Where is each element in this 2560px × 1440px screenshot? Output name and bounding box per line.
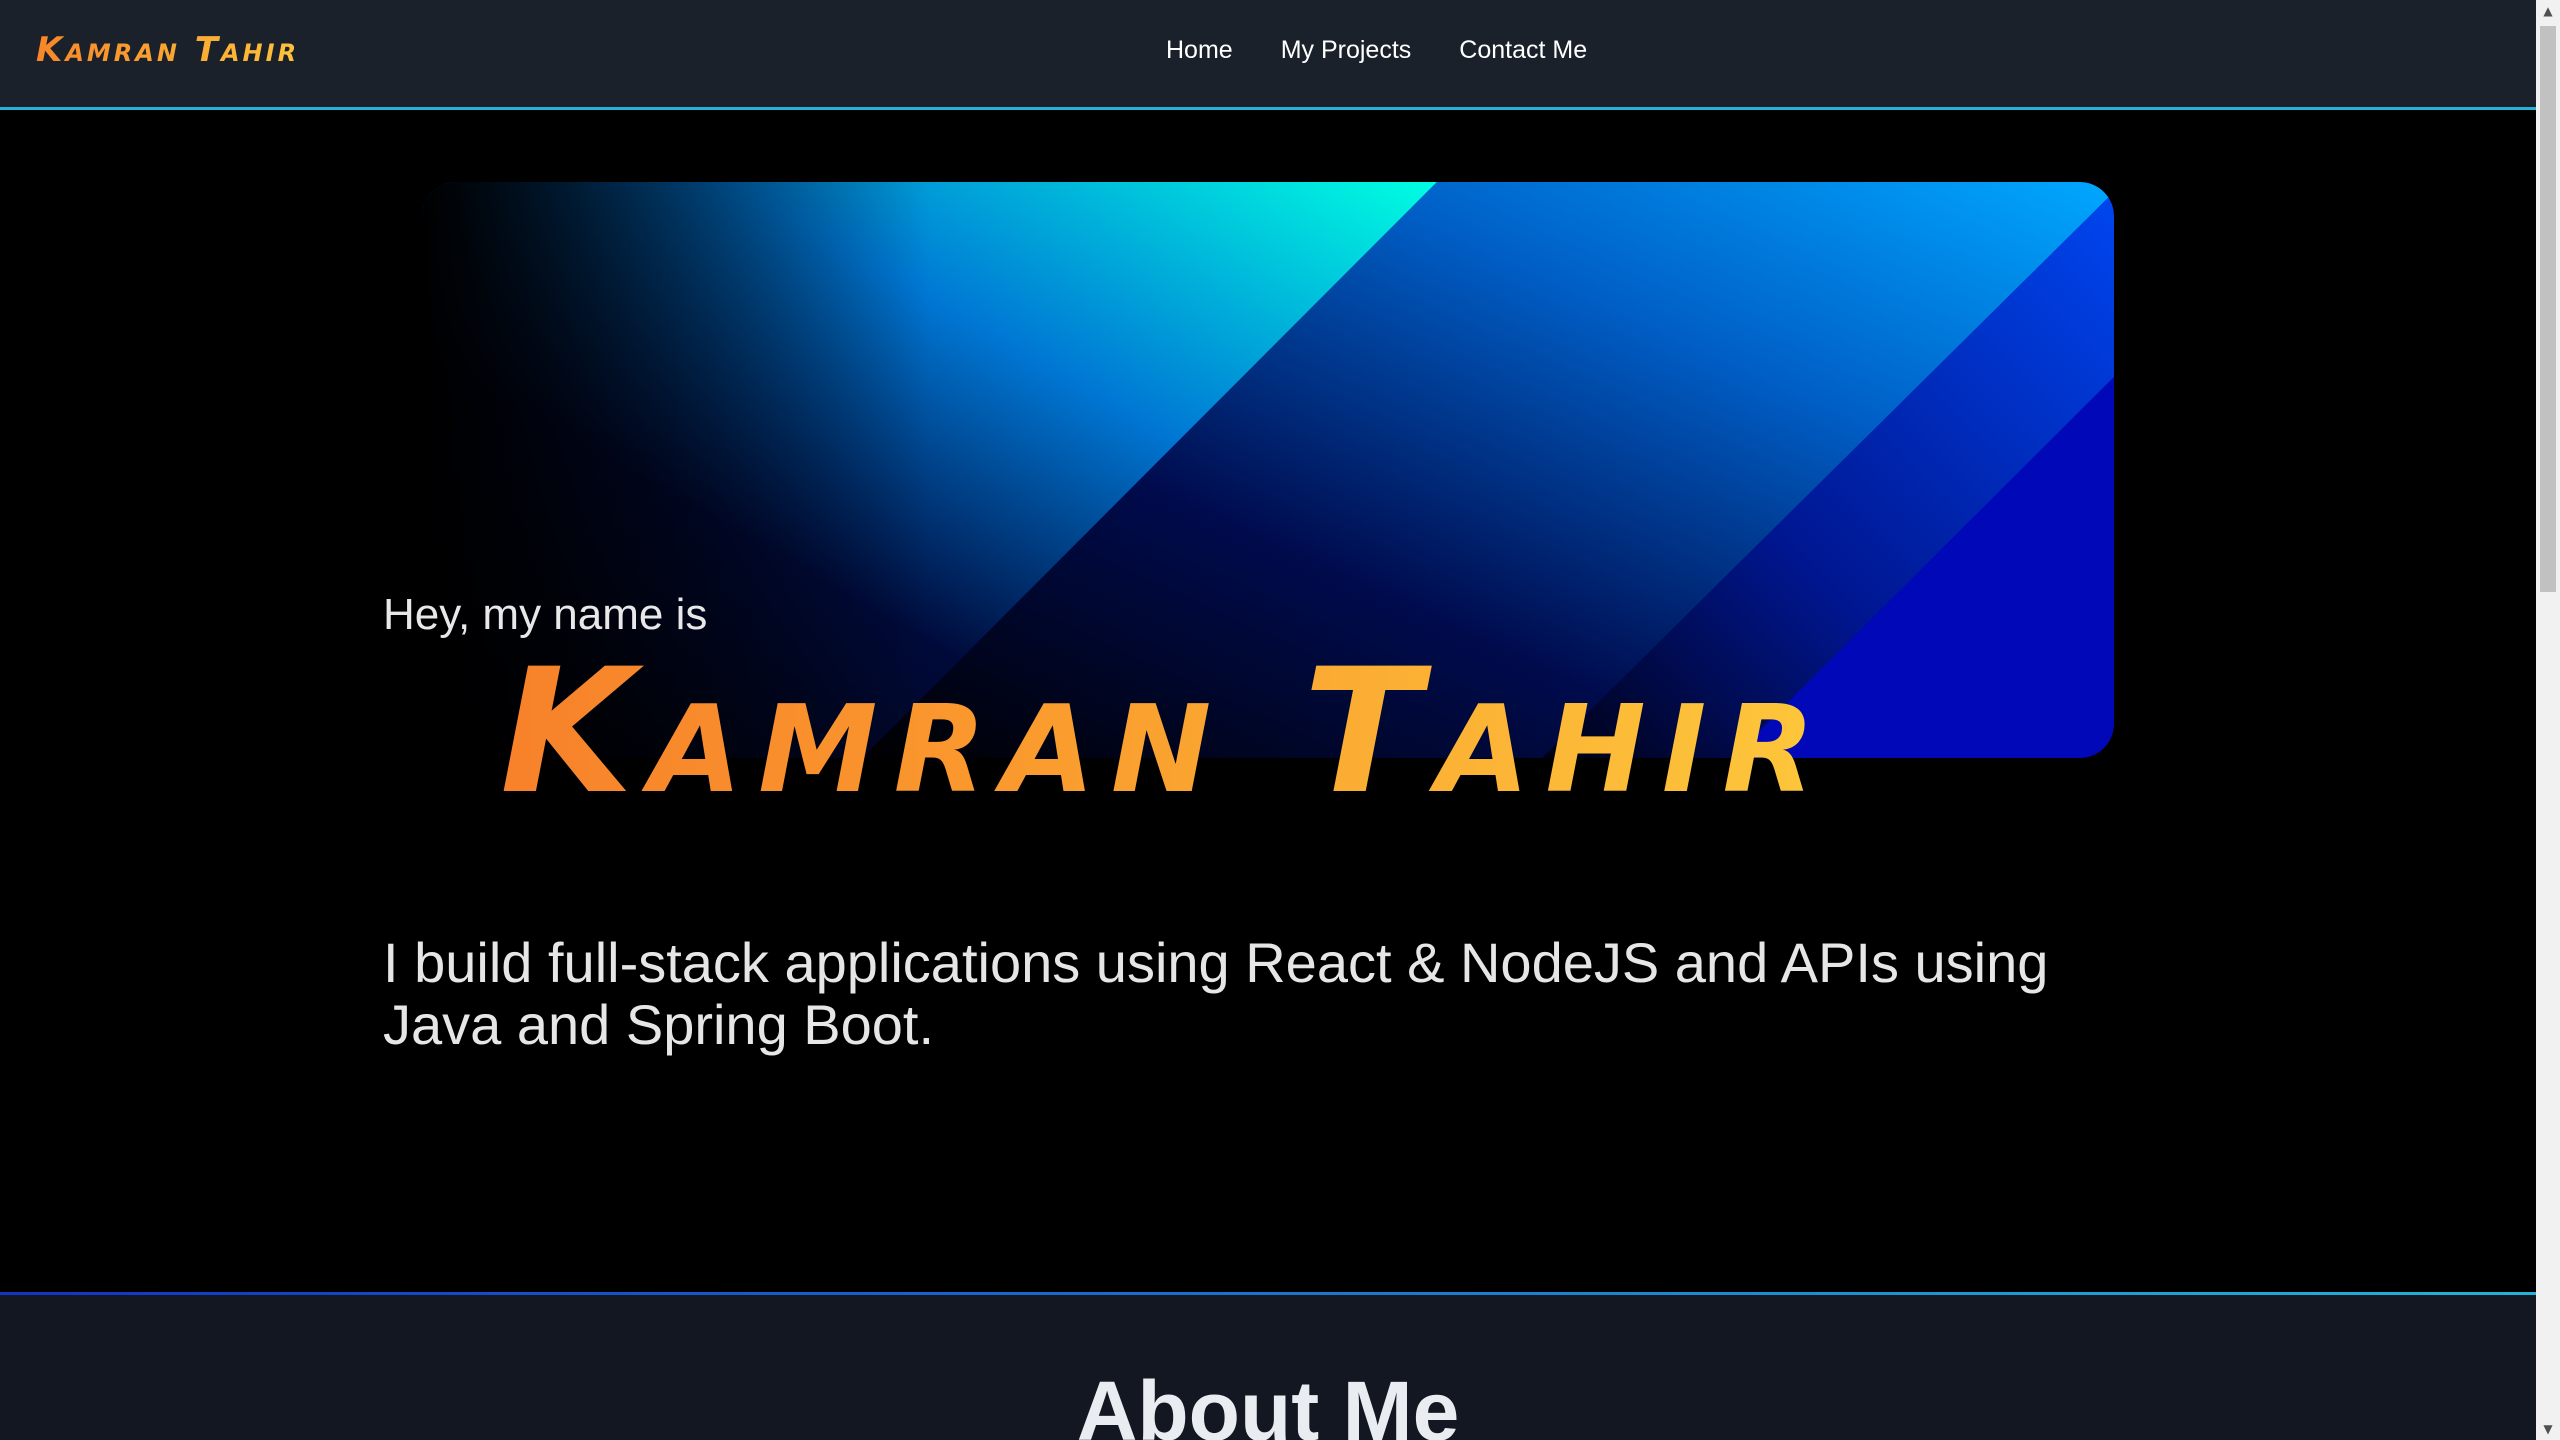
nav-links: Home My Projects Contact Me — [1166, 36, 1587, 65]
brand-logo-link[interactable]: Kamran Tahir — [36, 30, 299, 70]
page-scrollbar[interactable]: ▲ ▼ — [2536, 0, 2560, 1440]
page: Kamran Tahir Home My Projects Contact Me — [0, 0, 2536, 1440]
hero-section: Hey, my name is Kamran Tahir I build ful… — [0, 110, 2536, 1292]
navbar: Kamran Tahir Home My Projects Contact Me — [0, 0, 2536, 110]
about-title: About Me — [1076, 1364, 1460, 1440]
hero-name-heading: Kamran Tahir — [500, 631, 1831, 832]
scroll-down-arrow-icon[interactable]: ▼ — [2536, 1418, 2560, 1440]
scrollbar-thumb[interactable] — [2540, 26, 2556, 592]
about-section: About Me — [0, 1292, 2536, 1440]
scroll-up-arrow-icon[interactable]: ▲ — [2536, 0, 2560, 22]
nav-link-my-projects[interactable]: My Projects — [1281, 36, 1412, 65]
nav-link-home[interactable]: Home — [1166, 36, 1233, 65]
nav-link-contact-me[interactable]: Contact Me — [1459, 36, 1587, 65]
hero-tagline: I build full-stack applications using Re… — [383, 931, 2049, 1056]
